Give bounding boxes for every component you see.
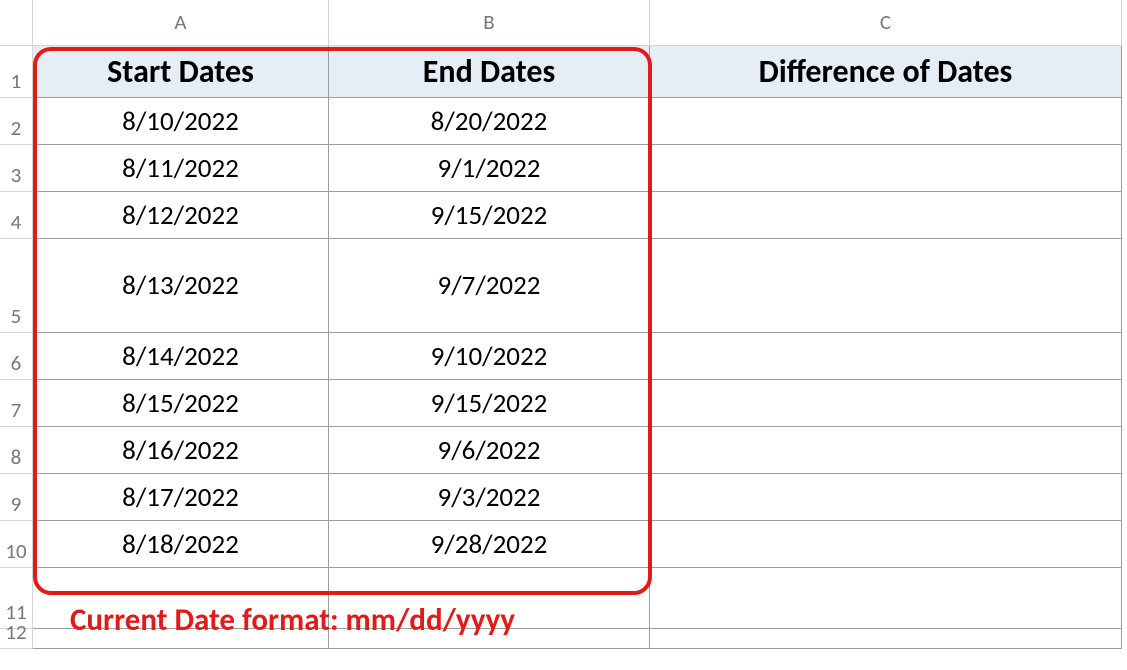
cell-b4[interactable]: 9/15/2022 — [329, 192, 650, 239]
cell-c11[interactable] — [650, 568, 1122, 629]
row-header-10[interactable]: 10 — [0, 521, 33, 568]
cell-a6[interactable]: 8/14/2022 — [33, 333, 329, 380]
row-header-2[interactable]: 2 — [0, 98, 33, 145]
cell-a4[interactable]: 8/12/2022 — [33, 192, 329, 239]
cell-a10[interactable]: 8/18/2022 — [33, 521, 329, 568]
row-header-9[interactable]: 9 — [0, 474, 33, 521]
cell-b8[interactable]: 9/6/2022 — [329, 427, 650, 474]
cell-b7[interactable]: 9/15/2022 — [329, 380, 650, 427]
cell-c5[interactable] — [650, 239, 1122, 333]
column-c: Difference of Dates — [650, 46, 1122, 649]
cell-b10[interactable]: 9/28/2022 — [329, 521, 650, 568]
column-b: End Dates 8/20/2022 9/1/2022 9/15/2022 9… — [329, 46, 650, 649]
cell-c2[interactable] — [650, 98, 1122, 145]
row-header-8[interactable]: 8 — [0, 427, 33, 474]
cell-b2[interactable]: 8/20/2022 — [329, 98, 650, 145]
cell-c3[interactable] — [650, 145, 1122, 192]
cell-c4[interactable] — [650, 192, 1122, 239]
cell-a3[interactable]: 8/11/2022 — [33, 145, 329, 192]
row-header-12[interactable]: 12 — [0, 629, 33, 649]
cell-a7[interactable]: 8/15/2022 — [33, 380, 329, 427]
cell-a1[interactable]: Start Dates — [33, 46, 329, 98]
row-header-4[interactable]: 4 — [0, 192, 33, 239]
cell-b1[interactable]: End Dates — [329, 46, 650, 98]
row-header-1[interactable]: 1 — [0, 46, 33, 98]
cell-b12[interactable] — [329, 629, 650, 649]
cell-b11[interactable] — [329, 568, 650, 629]
cell-b6[interactable]: 9/10/2022 — [329, 333, 650, 380]
column-header-c[interactable]: C — [650, 0, 1122, 46]
cell-c6[interactable] — [650, 333, 1122, 380]
column-a: Start Dates 8/10/2022 8/11/2022 8/12/202… — [33, 46, 329, 649]
cell-c1[interactable]: Difference of Dates — [650, 46, 1122, 98]
column-header-b[interactable]: B — [329, 0, 650, 46]
row-header-column: 1 2 3 4 5 6 7 8 9 10 11 12 — [0, 46, 33, 649]
row-header-6[interactable]: 6 — [0, 333, 33, 380]
spreadsheet-grid: A B C 1 2 3 4 5 6 7 8 9 10 11 12 Start D… — [0, 0, 1127, 670]
cell-b9[interactable]: 9/3/2022 — [329, 474, 650, 521]
cell-a9[interactable]: 8/17/2022 — [33, 474, 329, 521]
cell-c7[interactable] — [650, 380, 1122, 427]
column-header-row: A B C — [33, 0, 1122, 46]
cell-b5[interactable]: 9/7/2022 — [329, 239, 650, 333]
grid-body: 1 2 3 4 5 6 7 8 9 10 11 12 Start Dates 8… — [0, 46, 1122, 649]
cell-c8[interactable] — [650, 427, 1122, 474]
cell-a2[interactable]: 8/10/2022 — [33, 98, 329, 145]
select-all-corner[interactable] — [0, 0, 33, 46]
cell-a8[interactable]: 8/16/2022 — [33, 427, 329, 474]
row-header-7[interactable]: 7 — [0, 380, 33, 427]
cell-a5[interactable]: 8/13/2022 — [33, 239, 329, 333]
cell-c12[interactable] — [650, 629, 1122, 649]
cell-b3[interactable]: 9/1/2022 — [329, 145, 650, 192]
cell-a12[interactable] — [33, 629, 329, 649]
column-header-a[interactable]: A — [33, 0, 329, 46]
cell-a11[interactable] — [33, 568, 329, 629]
cell-c9[interactable] — [650, 474, 1122, 521]
row-header-5[interactable]: 5 — [0, 239, 33, 333]
row-header-3[interactable]: 3 — [0, 145, 33, 192]
cell-c10[interactable] — [650, 521, 1122, 568]
